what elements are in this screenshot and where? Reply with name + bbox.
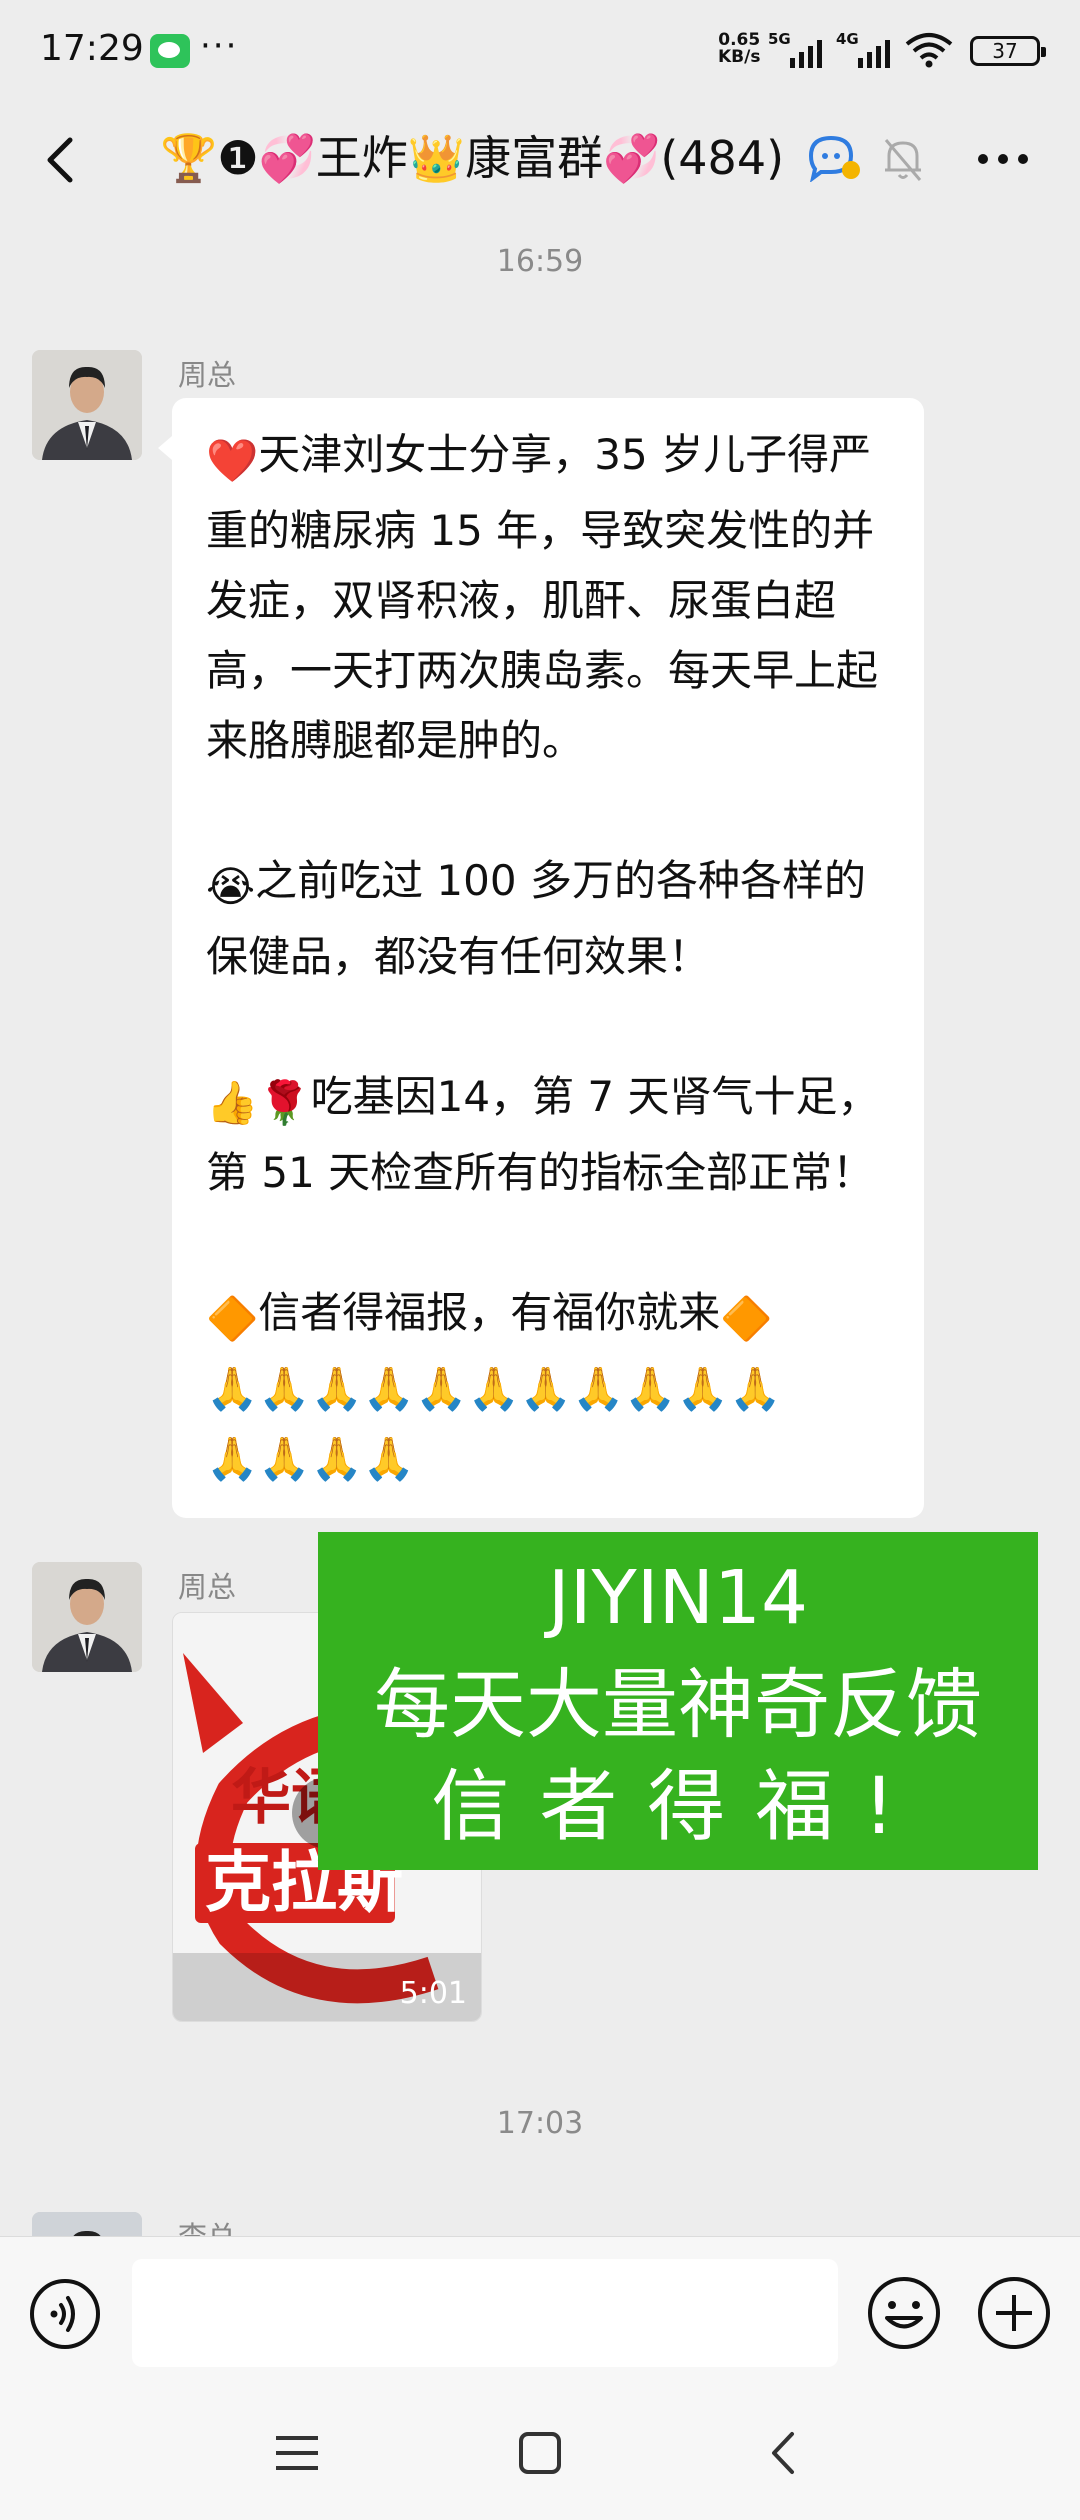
- video-duration: 5:01: [399, 1976, 467, 2011]
- overlay-line-1: JIYIN14: [547, 1555, 809, 1641]
- system-nav-bar: [0, 2386, 1080, 2520]
- message-paragraph: 👍🌹吃基因14，第 7 天肾气十足，第 51 天检查所有的指标全部正常！: [206, 1062, 892, 1208]
- overlay-line-3: 信者得福!: [431, 1762, 925, 1852]
- avatar[interactable]: [32, 1562, 142, 1672]
- network-speed: 0.65 KB/s: [718, 32, 760, 66]
- chat-input-bar: [0, 2236, 1080, 2386]
- chat-title: 🏆❶💞王炸👑康富群💞(484): [160, 126, 860, 190]
- group-name: 🏆❶💞王炸👑康富群💞(484): [160, 131, 785, 185]
- fu-diamond-icon: 🔶: [206, 1294, 259, 1343]
- battery-icon: 37: [970, 36, 1046, 66]
- avatar[interactable]: [32, 350, 142, 460]
- home-nav-button[interactable]: [505, 2418, 575, 2488]
- thumbs-up-rose-icon: 👍🌹: [206, 1078, 311, 1127]
- more-functions-button[interactable]: [976, 2275, 1052, 2351]
- sim2-network-type: 4G: [836, 30, 859, 48]
- overlay-line-2: 每天大量神奇反馈: [374, 1660, 982, 1749]
- wifi-icon: [905, 33, 953, 68]
- message-input[interactable]: [132, 2259, 838, 2367]
- voice-input-button[interactable]: [28, 2277, 102, 2351]
- praying-hands-icons: 🙏🙏🙏🙏: [206, 1434, 416, 1483]
- sender-name: 周总: [178, 1570, 237, 1604]
- signal-icon-sim1: 5G: [768, 30, 828, 68]
- chat-timestamp: 17:03: [496, 2106, 584, 2141]
- more-options-button[interactable]: [968, 134, 1038, 184]
- sim1-network-type: 5G: [768, 30, 791, 48]
- message-paragraph: 😭之前吃过 100 多万的各种各样的保健品，都没有任何效果！: [206, 846, 892, 992]
- message-paragraph: 🔶信者得福报，有福你就来🔶 🙏🙏🙏🙏🙏🙏🙏🙏🙏🙏🙏 🙏🙏🙏🙏: [206, 1278, 892, 1494]
- status-time: 17:29: [40, 28, 144, 69]
- back-nav-button[interactable]: [750, 2418, 820, 2488]
- praying-hands-icons: 🙏🙏🙏🙏🙏🙏🙏🙏🙏🙏🙏: [206, 1364, 782, 1413]
- signal-icon-sim2: 4G: [836, 30, 896, 68]
- message-bubble[interactable]: ❤️天津刘女士分享，35 岁儿子得严重的糖尿病 15 年，导致突发性的并发症，双…: [158, 398, 924, 1518]
- back-button[interactable]: [30, 120, 94, 200]
- network-speed-unit: KB/s: [718, 47, 761, 67]
- status-bar: 17:29 ··· 0.65 KB/s 5G 4G 37: [0, 0, 1080, 104]
- sender-name: 周总: [178, 358, 237, 392]
- chat-header: 🏆❶💞王炸👑康富群💞(484): [0, 104, 1080, 214]
- mute-bell-icon: [884, 139, 922, 181]
- group-chat-icon: [808, 135, 860, 183]
- fu-diamond-icon: 🔶: [720, 1294, 773, 1343]
- red-heart-icon: ❤️: [206, 436, 259, 485]
- promo-overlay-banner: JIYIN14 每天大量神奇反馈 信者得福!: [318, 1532, 1038, 1870]
- emoji-button[interactable]: [866, 2275, 942, 2351]
- menu-nav-button[interactable]: [262, 2418, 332, 2488]
- chat-timestamp: 16:59: [496, 244, 584, 279]
- wechat-notification-icon: [150, 34, 190, 68]
- chat-screen: 17:29 ··· 0.65 KB/s 5G 4G 37 🏆❶💞王炸👑康富群💞(…: [0, 0, 1080, 2520]
- message-paragraph: ❤️天津刘女士分享，35 岁儿子得严重的糖尿病 15 年，导致突发性的并发症，双…: [206, 420, 892, 776]
- more-notifications-icon: ···: [200, 26, 239, 66]
- crying-face-icon: 😭: [206, 862, 256, 911]
